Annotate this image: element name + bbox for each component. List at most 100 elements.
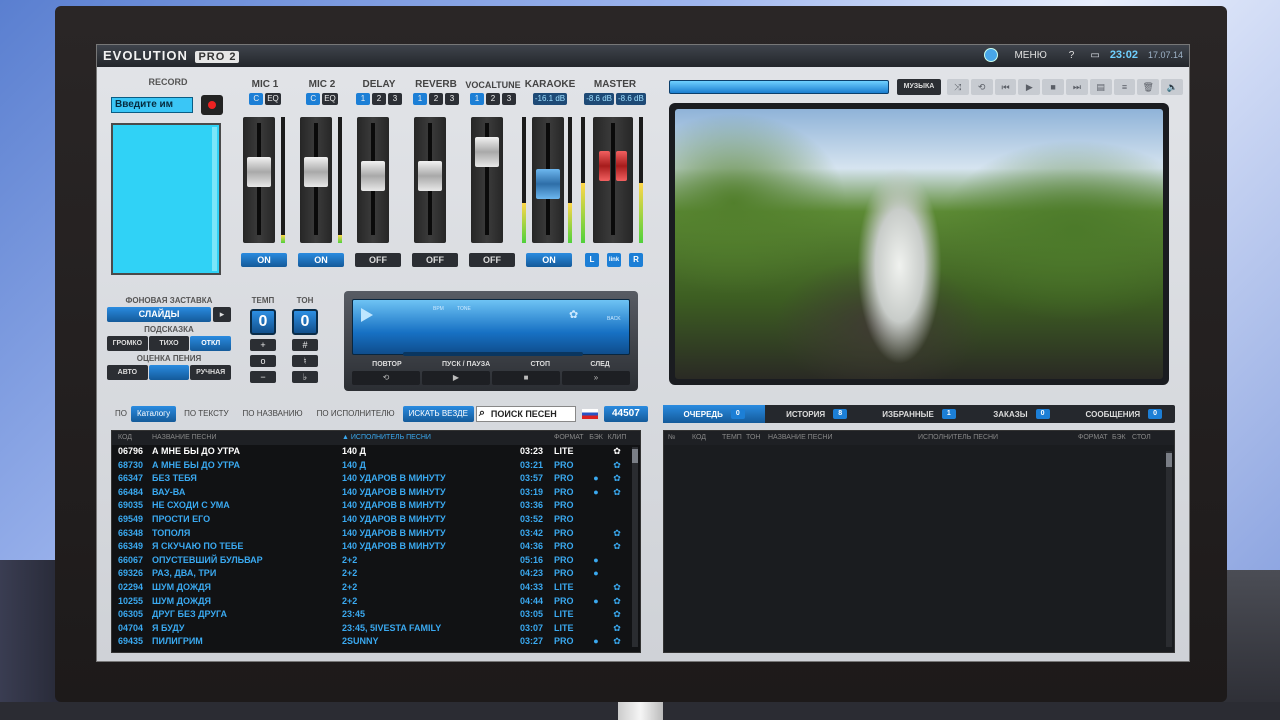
monitor-icon[interactable]: ▭ <box>1090 50 1099 61</box>
help-button[interactable]: ? <box>1063 49 1081 62</box>
tempo-minus-button[interactable]: − <box>250 371 276 383</box>
delay-off-button[interactable]: OFF <box>355 253 401 267</box>
stop-icon[interactable]: ■ <box>492 371 560 385</box>
previous-icon[interactable]: ⏮ <box>994 79 1017 95</box>
background-play-button[interactable]: ▸ <box>213 307 231 322</box>
master-fader[interactable] <box>593 117 633 243</box>
table-row[interactable]: 69326 РАЗ, ДВА, ТРИ 2+2 04:23 PRO ● <box>112 567 640 581</box>
table-row[interactable]: 66067 ОПУСТЕВШИЙ БУЛЬВАР 2+2 05:16 PRO ● <box>112 554 640 568</box>
delay-preset-1[interactable]: 1 <box>356 93 370 105</box>
col-number[interactable]: № <box>664 431 688 445</box>
col-title[interactable]: НАЗВАНИЕ ПЕСНИ <box>764 431 914 445</box>
delay-fader[interactable] <box>357 117 389 243</box>
master-link-button[interactable]: link <box>607 253 621 267</box>
song-scrollbar[interactable] <box>632 447 638 647</box>
mic1-eq-button[interactable]: EQ <box>265 93 281 105</box>
col-artist[interactable]: ИСПОЛНИТЕЛЬ ПЕСНИ <box>914 431 1074 445</box>
tempo-reset-button[interactable]: o <box>250 355 276 367</box>
reverb-off-button[interactable]: OFF <box>412 253 458 267</box>
stop-icon[interactable]: ■ <box>1042 79 1064 95</box>
table-row[interactable]: 69435 ПИЛИГРИМ 2SUNNY 03:27 PRO ● ✿ <box>112 635 640 649</box>
mic2-eq-button[interactable]: EQ <box>322 93 338 105</box>
volume-icon[interactable]: 🔈 <box>1161 79 1183 95</box>
mic1-on-button[interactable]: ON <box>241 253 287 267</box>
table-row[interactable]: 66349 Я СКУЧАЮ ПО ТЕБЕ 140 УДАРОВ В МИНУТУ… <box>112 540 640 554</box>
play-icon[interactable]: ▶ <box>1018 79 1041 95</box>
vocaltune-fader-knob[interactable] <box>475 137 499 167</box>
shuffle-icon[interactable]: ⤨ <box>947 79 969 95</box>
col-table[interactable]: СТОЛ <box>1128 431 1154 445</box>
table-row[interactable]: 04704 Я БУДУ 23:45, 5IVESTA FAMILY 03:07 LIT… <box>112 622 640 636</box>
master-fader-knob-right[interactable] <box>616 151 627 181</box>
col-format[interactable]: ФОРМАТ <box>1074 431 1108 445</box>
next-icon[interactable]: » <box>562 371 630 385</box>
col-clip[interactable]: КЛИП <box>606 431 628 445</box>
reverb-preset-2[interactable]: 2 <box>429 93 443 105</box>
mic2-fader[interactable] <box>300 117 332 243</box>
music-button[interactable]: МУЗЫКА <box>897 79 941 95</box>
mic2-fader-knob[interactable] <box>304 157 328 187</box>
score-middle-button[interactable] <box>148 365 190 380</box>
col-code[interactable]: КОД <box>688 431 718 445</box>
table-row[interactable]: 06796 А МНЕ БЫ ДО УТРА 140 Д 03:23 LITE ✿ <box>112 445 640 459</box>
reverb-preset-3[interactable]: 3 <box>445 93 459 105</box>
master-left-button[interactable]: L <box>585 253 599 267</box>
play-icon[interactable]: ▶ <box>422 371 490 385</box>
trash-icon[interactable]: 🗑 <box>1137 79 1160 95</box>
master-fader-knob-left[interactable] <box>599 151 610 181</box>
tab-favorites[interactable]: ИЗБРАННЫЕ 1 <box>868 405 970 423</box>
hint-loud-button[interactable]: ГРОМКО <box>107 336 148 351</box>
list-icon[interactable]: ≡ <box>1113 79 1136 95</box>
folder-icon[interactable]: ▤ <box>1089 79 1112 95</box>
tab-messages[interactable]: СООБЩЕНИЯ 0 <box>1073 405 1175 423</box>
tempo-plus-button[interactable]: + <box>250 339 276 351</box>
repeat-icon[interactable]: ⟲ <box>352 371 420 385</box>
queue-scrollbar[interactable] <box>1166 451 1172 647</box>
col-code[interactable]: КОД <box>112 431 152 445</box>
delay-fader-knob[interactable] <box>361 161 385 191</box>
language-flag-icon[interactable] <box>581 409 598 419</box>
delay-preset-3[interactable]: 3 <box>388 93 402 105</box>
mic1-fader[interactable] <box>243 117 275 243</box>
table-row[interactable]: 69035 НЕ СХОДИ С УМА 140 УДАРОВ В МИНУТУ 03… <box>112 499 640 513</box>
record-name-input[interactable]: Введите им <box>111 97 193 113</box>
reverb-fader[interactable] <box>414 117 446 243</box>
next-icon[interactable]: ⏭ <box>1065 79 1088 95</box>
table-row[interactable]: 66484 ВАУ-ВА 140 УДАРОВ В МИНУТУ 03:19 PRO ● ✿ <box>112 486 640 500</box>
vocaltune-fader[interactable] <box>471 117 503 243</box>
tab-search-everywhere[interactable]: ИСКАТЬ ВЕЗДЕ <box>402 406 474 422</box>
col-tone[interactable]: ТОН <box>742 431 764 445</box>
hint-quiet-button[interactable]: ТИХО <box>148 336 190 351</box>
tab-by-artist[interactable]: ПО ИСПОЛНИТЕЛЮ <box>311 406 401 422</box>
score-manual-button[interactable]: РУЧНАЯ <box>190 365 232 380</box>
table-row[interactable]: 69549 ПРОСТИ ЕГО 140 УДАРОВ В МИНУТУ 03:52 P… <box>112 513 640 527</box>
background-select[interactable]: СЛАЙДЫ <box>107 307 211 322</box>
table-row[interactable]: 66348 ТОПОЛЯ 140 УДАРОВ В МИНУТУ 03:42 PRO ✿ <box>112 527 640 541</box>
vocaltune-preset-1[interactable]: 1 <box>470 93 484 105</box>
karaoke-fader[interactable] <box>532 117 564 243</box>
tone-up-button[interactable]: # <box>292 339 318 351</box>
score-auto-button[interactable]: АВТО <box>107 365 148 380</box>
col-title[interactable]: НАЗВАНИЕ ПЕСНИ <box>152 431 342 445</box>
hint-off-button[interactable]: ОТКЛ <box>190 336 232 351</box>
vocaltune-preset-3[interactable]: 3 <box>502 93 516 105</box>
mic2-c-button[interactable]: C <box>306 93 321 105</box>
mic2-on-button[interactable]: ON <box>298 253 344 267</box>
vocaltune-off-button[interactable]: OFF <box>469 253 515 267</box>
reverb-preset-1[interactable]: 1 <box>413 93 427 105</box>
col-bek[interactable]: БЭК <box>1108 431 1128 445</box>
settings-flower-icon[interactable]: ✿ <box>569 308 578 321</box>
col-artist[interactable]: ▲ ИСПОЛНИТЕЛЬ ПЕСНИ <box>342 431 520 445</box>
table-row[interactable]: 10255 ШУМ ДОЖДЯ 2+2 04:44 PRO ● ✿ <box>112 595 640 609</box>
search-input[interactable]: ПОИСК ПЕСЕН <box>475 406 576 422</box>
col-format[interactable]: ФОРМАТ <box>554 431 586 445</box>
vocaltune-preset-2[interactable]: 2 <box>486 93 500 105</box>
tab-history[interactable]: ИСТОРИЯ 8 <box>765 405 867 423</box>
tab-catalog[interactable]: Каталогу <box>130 406 177 422</box>
tab-by-text[interactable]: ПО ТЕКСТУ <box>178 406 234 422</box>
tone-down-button[interactable]: ♭ <box>292 371 318 383</box>
mic1-fader-knob[interactable] <box>247 157 271 187</box>
master-right-button[interactable]: R <box>629 253 643 267</box>
col-tempo[interactable]: ТЕМП <box>718 431 742 445</box>
tab-by-title[interactable]: ПО НАЗВАНИЮ <box>237 406 309 422</box>
